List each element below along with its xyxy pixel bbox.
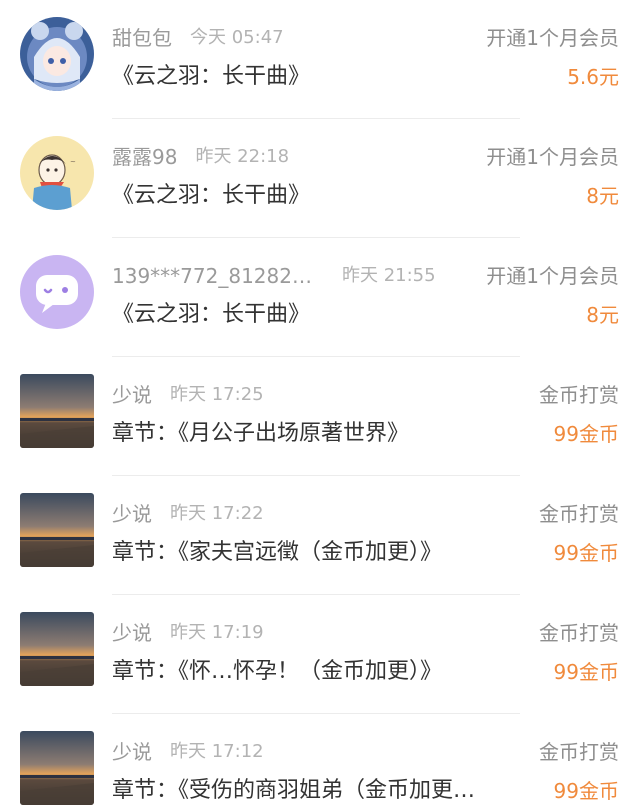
timestamp: 昨天 17:25 [170,384,264,405]
reward-record-list: 甜包包 今天 05:47 《云之羽：长干曲》 开通1个月会员 5.6元 ~ 露露9… [0,0,640,809]
record-type: 金币打赏 [539,383,619,407]
list-item[interactable]: 139***772_81282… 昨天 21:55 《云之羽：长干曲》 开通1个月… [0,238,640,357]
sunset-photo-avatar[interactable] [20,731,94,805]
timestamp: 昨天 21:55 [341,265,436,286]
user-name[interactable]: 甜包包 [112,24,172,52]
sunset-photo-avatar[interactable] [20,374,94,448]
record-type: 金币打赏 [539,621,619,645]
record-title: 《云之羽：长干曲》 [112,302,311,327]
list-item[interactable]: 少说 昨天 17:25 章节：《月公子出场原著世界》 金币打赏 99金币 [0,357,640,476]
user-name[interactable]: 少说 [112,738,152,766]
list-item[interactable]: 少说 昨天 17:12 章节：《受伤的商羽姐弟（金币加更… 金币打赏 99金币 [0,714,640,809]
record-amount: 8元 [586,184,619,208]
record-title: 《云之羽：长干曲》 [112,183,311,208]
record-title: 章节：《受伤的商羽姐弟（金币加更… [112,778,476,803]
list-item[interactable]: 少说 昨天 17:19 章节：《怀…怀孕！（金币加更）》 金币打赏 99金币 [0,595,640,714]
user-name[interactable]: 少说 [112,619,152,647]
record-amount: 99金币 [553,422,619,446]
user-name[interactable]: 少说 [112,500,152,528]
timestamp: 昨天 22:18 [195,146,290,167]
record-amount: 99金币 [553,779,619,803]
record-type: 金币打赏 [539,502,619,526]
chat-bubble-avatar[interactable] [20,255,94,329]
anime-girl-avatar[interactable] [20,17,94,91]
sunset-photo-avatar[interactable] [20,493,94,567]
svg-text:~: ~ [70,158,76,166]
record-type: 金币打赏 [539,740,619,764]
list-item[interactable]: 甜包包 今天 05:47 《云之羽：长干曲》 开通1个月会员 5.6元 [0,0,640,119]
timestamp: 今天 05:47 [190,27,284,48]
record-title: 章节：《怀…怀孕！（金币加更）》 [112,659,443,684]
record-title: 章节：《月公子出场原著世界》 [112,421,410,446]
timestamp: 昨天 17:22 [170,503,264,524]
user-name[interactable]: 少说 [112,381,152,409]
user-name[interactable]: 139***772_81282… [112,262,312,290]
list-item[interactable]: ~ 露露98 昨天 22:18 《云之羽：长干曲》 开通1个月会员 8元 [0,119,640,238]
record-type: 开通1个月会员 [486,264,619,288]
timestamp: 昨天 17:12 [170,741,264,762]
record-type: 开通1个月会员 [486,145,619,169]
cartoon-boy-avatar[interactable]: ~ [20,136,94,210]
record-amount: 5.6元 [567,65,619,89]
user-name[interactable]: 露露98 [112,143,177,171]
record-type: 开通1个月会员 [486,26,619,50]
record-amount: 8元 [586,303,619,327]
record-title: 章节：《家夫宫远徵（金币加更）》 [112,540,443,565]
record-title: 《云之羽：长干曲》 [112,64,311,89]
sunset-photo-avatar[interactable] [20,612,94,686]
timestamp: 昨天 17:19 [170,622,264,643]
record-amount: 99金币 [553,660,619,684]
list-item[interactable]: 少说 昨天 17:22 章节：《家夫宫远徵（金币加更）》 金币打赏 99金币 [0,476,640,595]
record-amount: 99金币 [553,541,619,565]
